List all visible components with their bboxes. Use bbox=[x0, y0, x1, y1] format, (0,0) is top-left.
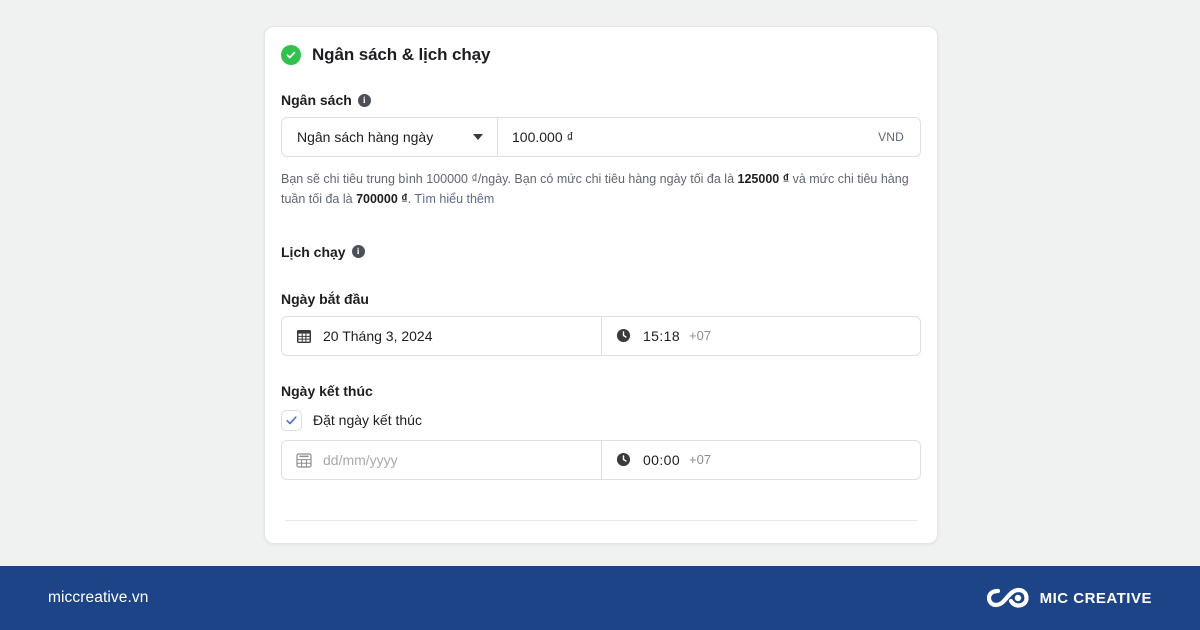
budget-input-row: Ngân sách hàng ngày 100.000 ₫ VND bbox=[281, 117, 921, 157]
infinity-loop-logo-icon bbox=[986, 587, 1029, 608]
learn-more-link[interactable]: Tìm hiểu thêm bbox=[414, 192, 494, 206]
start-time-field[interactable]: 15:18 +07 bbox=[602, 317, 920, 355]
info-icon[interactable]: i bbox=[351, 245, 365, 258]
footer-brand: MIC CREATIVE bbox=[986, 583, 1152, 613]
end-date-row: dd/mm/yyyy 00:00 +07 bbox=[281, 439, 921, 480]
set-end-date-checkbox[interactable] bbox=[281, 409, 302, 431]
footer-bar: miccreative.vn MIC CREATIVE bbox=[0, 566, 1200, 630]
card-divider bbox=[285, 520, 917, 521]
chevron-down-icon bbox=[473, 134, 483, 140]
budget-label-group: Ngân sách i bbox=[281, 92, 921, 108]
clock-icon bbox=[616, 452, 631, 467]
budget-helper-text: Bạn sẽ chi tiêu trung bình 100000 ₫/ngày… bbox=[281, 169, 921, 210]
end-time-field[interactable]: 00:00 +07 bbox=[602, 441, 920, 479]
end-timezone: +07 bbox=[689, 452, 712, 467]
start-date-label: Ngày bắt đầu bbox=[281, 290, 369, 307]
budget-currency-label: VND bbox=[878, 130, 904, 144]
schedule-label: Lịch chạy bbox=[281, 243, 346, 260]
budget-type-select[interactable]: Ngân sách hàng ngày bbox=[282, 118, 498, 156]
clock-icon bbox=[616, 328, 631, 343]
start-date-row: 20 Tháng 3, 2024 15:18 +07 bbox=[281, 315, 921, 356]
section-title: Ngân sách & lịch chạy bbox=[312, 45, 491, 64]
start-date-value: 20 Tháng 3, 2024 bbox=[323, 327, 433, 344]
start-timezone: +07 bbox=[689, 328, 712, 343]
budget-type-value: Ngân sách hàng ngày bbox=[297, 129, 434, 145]
end-date-label: Ngày kết thúc bbox=[281, 382, 373, 399]
helper-weekly-max: 700000 ₫ bbox=[356, 192, 408, 207]
checkmark-icon bbox=[286, 415, 297, 424]
footer-brand-name: MIC CREATIVE bbox=[1039, 589, 1152, 607]
check-circle-icon bbox=[281, 45, 301, 65]
budget-schedule-card: Ngân sách & lịch chạy Ngân sách i Ngân s… bbox=[264, 26, 938, 544]
section-header: Ngân sách & lịch chạy bbox=[281, 27, 921, 65]
end-time-value: 00:00 bbox=[643, 451, 681, 468]
footer-website-url[interactable]: miccreative.vn bbox=[48, 589, 148, 607]
calendar-icon bbox=[297, 329, 311, 343]
info-icon[interactable]: i bbox=[357, 93, 371, 107]
calendar-icon bbox=[296, 452, 312, 468]
start-date-field[interactable]: 20 Tháng 3, 2024 bbox=[282, 316, 602, 355]
set-end-date-label: Đặt ngày kết thúc bbox=[313, 412, 422, 428]
set-end-date-checkbox-row[interactable]: Đặt ngày kết thúc bbox=[281, 409, 921, 431]
start-time-value: 15:18 bbox=[643, 327, 681, 344]
helper-part-1: Bạn sẽ chi tiêu trung bình 100000 ₫/ngày… bbox=[281, 172, 738, 186]
end-date-placeholder: dd/mm/yyyy bbox=[323, 451, 398, 468]
end-date-field[interactable]: dd/mm/yyyy bbox=[282, 440, 602, 479]
budget-label: Ngân sách bbox=[281, 92, 352, 108]
helper-daily-max: 125000 ₫ bbox=[737, 172, 790, 186]
budget-amount-field[interactable]: 100.000 ₫ VND bbox=[498, 118, 920, 156]
schedule-label-group: Lịch chạy i bbox=[281, 244, 921, 260]
budget-amount-value: 100.000 ₫ bbox=[512, 129, 574, 145]
